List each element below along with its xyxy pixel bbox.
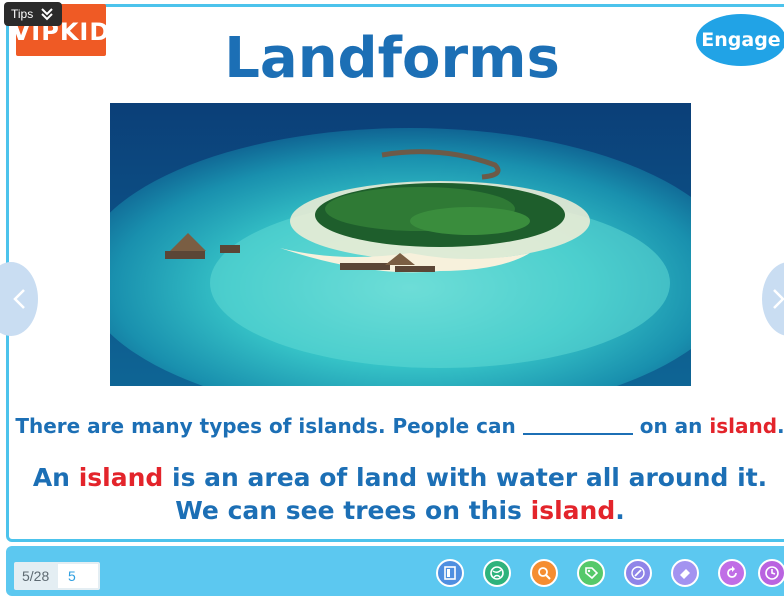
- chevron-left-icon: [13, 289, 25, 309]
- tips-button[interactable]: Tips: [4, 2, 62, 26]
- board-icon: [444, 566, 456, 580]
- sentence1-end: .: [777, 414, 784, 438]
- pen-icon: [631, 566, 645, 580]
- eraser-icon: [680, 569, 690, 579]
- sentence2-before: An: [32, 463, 70, 492]
- page-input[interactable]: 5: [58, 564, 98, 588]
- clock-icon: [765, 566, 779, 580]
- page-total: 5/28: [22, 568, 50, 584]
- draw-tool-button[interactable]: [624, 559, 652, 587]
- observation-sentence: We can see trees on this island.: [0, 496, 784, 525]
- sentence3-end: .: [615, 496, 625, 525]
- whiteboard-tool-button[interactable]: [436, 559, 464, 587]
- tag-icon: [585, 567, 599, 580]
- magnifier-icon: [538, 567, 551, 580]
- globe-icon: [490, 566, 504, 580]
- chevron-double-down-icon: [41, 8, 53, 21]
- eraser-tool-button[interactable]: [671, 559, 699, 587]
- island-photo: [110, 103, 691, 386]
- page-counter: 5/28 5: [14, 562, 100, 590]
- chevron-right-icon: [773, 289, 784, 309]
- timer-tool-button[interactable]: [758, 559, 784, 587]
- refresh-icon: [727, 566, 737, 578]
- sentence1-highlight: island: [709, 414, 778, 438]
- sentence1-before: There are many types of islands. People …: [15, 414, 516, 438]
- globe-tool-button[interactable]: [483, 559, 511, 587]
- sentence1-after: on an: [639, 414, 703, 438]
- bottom-toolbar: 5/28 5: [6, 546, 784, 596]
- sentence3-before: We can see trees on this: [175, 496, 522, 525]
- sentence2-highlight: island: [78, 463, 164, 492]
- search-tool-button[interactable]: [530, 559, 558, 587]
- reset-tool-button[interactable]: [718, 559, 746, 587]
- answer-blank: [522, 417, 633, 435]
- fill-in-sentence: There are many types of islands. People …: [0, 414, 784, 438]
- tag-tool-button[interactable]: [577, 559, 605, 587]
- engage-badge: Engage: [696, 14, 784, 66]
- sentence2-after: is an area of land with water all around…: [172, 463, 768, 492]
- slide-title: Landforms: [224, 26, 560, 91]
- sentence3-highlight: island: [530, 496, 616, 525]
- definition-sentence: An island is an area of land with water …: [0, 463, 784, 492]
- tips-label: Tips: [11, 7, 34, 21]
